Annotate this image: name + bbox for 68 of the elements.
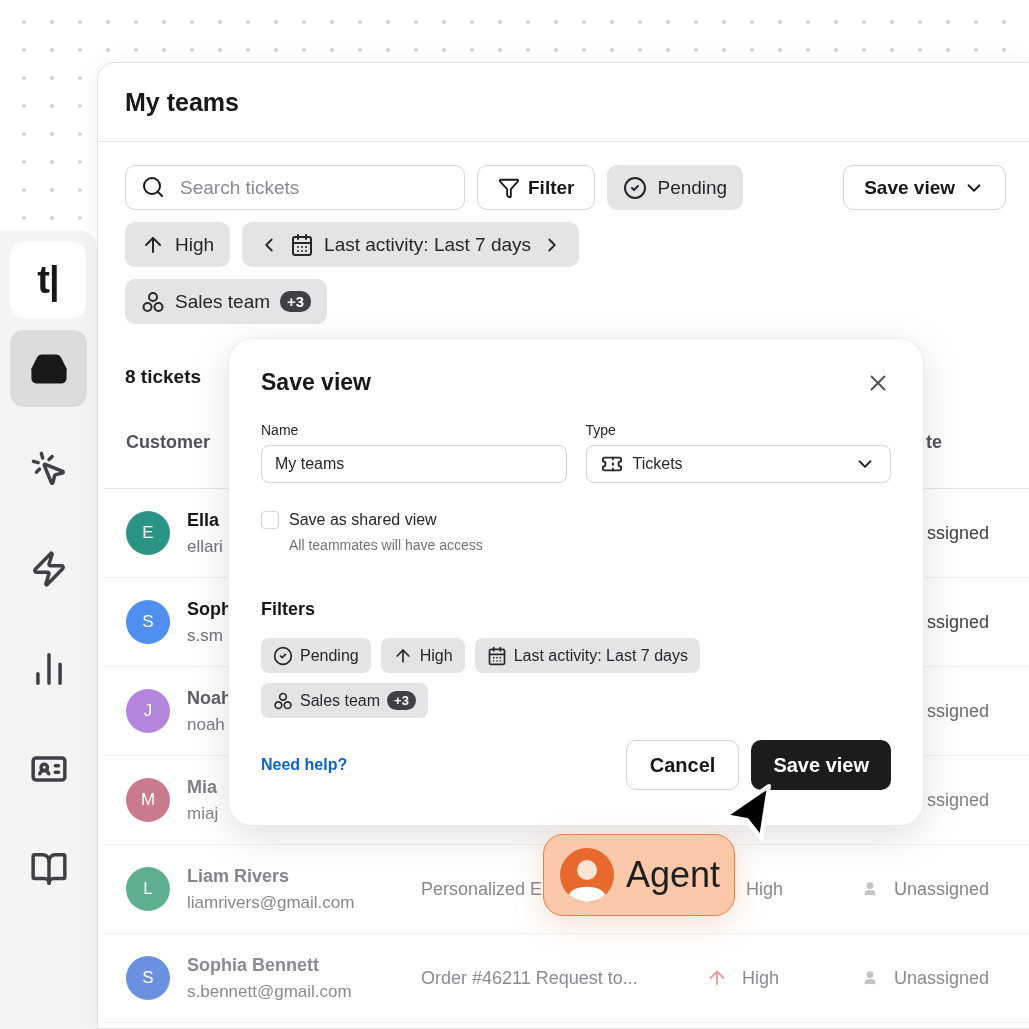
customer-name: Mia	[187, 776, 218, 798]
cursor-click-icon	[29, 449, 68, 488]
avatar: S	[126, 956, 170, 1000]
team-icon	[273, 690, 293, 711]
customer-email: liamrivers@gmail.com	[187, 892, 355, 913]
count-badge: +3	[387, 691, 416, 710]
search-field[interactable]: Search tickets	[125, 165, 465, 210]
assignee: ssigned	[926, 522, 989, 544]
name-input[interactable]: My teams	[261, 445, 567, 483]
filter-chip[interactable]: Last activity: Last 7 days	[242, 222, 580, 267]
customer-name: Liam Rivers	[187, 865, 291, 887]
avatar: J	[126, 689, 170, 733]
customer-email: miaj	[187, 803, 219, 824]
field-label: Name	[261, 422, 300, 438]
customer-email: ellari	[187, 536, 223, 557]
avatar: S	[126, 600, 170, 644]
filters-heading: Filters	[261, 599, 317, 620]
search-icon	[141, 175, 165, 199]
avatar: M	[126, 778, 170, 822]
check-circle-icon	[273, 645, 293, 666]
filter-button[interactable]: Filter	[477, 165, 596, 210]
save-view-button[interactable]: Save view	[751, 740, 891, 790]
customer-email: noah	[187, 714, 226, 735]
assignee: Unassigned	[893, 967, 989, 989]
funnel-icon	[498, 176, 520, 199]
ticket-subject: Order #46211 Request to...	[421, 967, 638, 989]
calendar-icon	[486, 645, 507, 666]
filter-chip[interactable]: High	[125, 222, 231, 267]
page-title: My teams	[125, 87, 239, 117]
shared-checkbox[interactable]	[261, 511, 279, 529]
filter-chip[interactable]: Sales team +3	[261, 683, 428, 718]
team-icon	[141, 289, 165, 314]
save-view-button[interactable]: Save view	[843, 165, 1006, 210]
avatar: L	[126, 867, 170, 911]
checkbox-hint: All teammates will have access	[289, 537, 484, 553]
type-dropdown[interactable]: Tickets	[585, 445, 891, 483]
dialog-title: Save view	[261, 369, 371, 396]
avatar-silhouette	[560, 848, 614, 902]
calendar-icon	[290, 232, 315, 257]
cancel-button[interactable]: Cancel	[625, 740, 740, 790]
filter-chip[interactable]: Last activity: Last 7 days	[474, 638, 700, 673]
logo: t|	[10, 242, 86, 318]
nav-button[interactable]	[10, 330, 87, 407]
check-circle-icon	[623, 175, 648, 200]
priority: High	[742, 967, 780, 989]
filter-chip[interactable]: Sales team +3	[125, 279, 328, 324]
checkbox-label: Save as shared view	[289, 511, 437, 529]
priority: High	[746, 878, 784, 900]
column-header: te	[926, 432, 942, 453]
customer-name: Sophia Bennett	[187, 954, 320, 976]
count-badge: +3	[280, 291, 312, 312]
filter-chip[interactable]: High	[380, 638, 465, 673]
customer-email: s.bennett@gmail.com	[187, 981, 352, 1002]
customer-name: Ella	[187, 509, 221, 531]
customer-email: s.sm	[187, 625, 224, 646]
assignee: ssigned	[926, 611, 989, 633]
assignee: ssigned	[926, 700, 989, 722]
filter-chip[interactable]: Pending	[607, 165, 744, 210]
assignee: Unassigned	[893, 878, 989, 900]
field-label: Type	[585, 422, 617, 438]
agent-label: Agent	[626, 854, 721, 896]
assignee: ssigned	[926, 789, 989, 811]
filter-chip[interactable]: Pending	[261, 638, 371, 673]
help-link[interactable]: Need help?	[261, 756, 348, 774]
avatar: E	[126, 511, 170, 555]
column-header: Customer	[126, 432, 210, 453]
ticket-count: 8 tickets	[125, 366, 202, 388]
ticket-subject: Personalized E	[421, 878, 543, 900]
